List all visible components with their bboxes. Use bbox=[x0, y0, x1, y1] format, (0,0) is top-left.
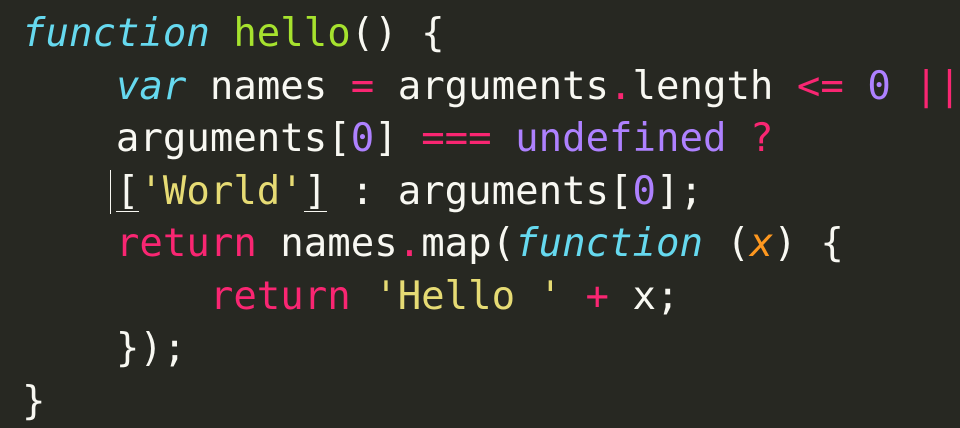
code-token: undefined bbox=[515, 116, 726, 161]
code-token: hello bbox=[233, 11, 350, 56]
code-token: x bbox=[750, 221, 773, 266]
code-token: length bbox=[633, 64, 797, 109]
code-token bbox=[351, 274, 374, 319]
code-token: ] bbox=[304, 169, 327, 214]
code-token bbox=[562, 274, 585, 319]
code-token: names bbox=[257, 221, 398, 266]
code-line[interactable]: }); bbox=[22, 323, 960, 376]
code-token: return bbox=[210, 274, 351, 319]
code-content[interactable]: function hello() { var names = arguments… bbox=[22, 8, 960, 428]
code-token: var bbox=[116, 64, 186, 109]
code-token bbox=[844, 64, 867, 109]
code-token: function bbox=[22, 11, 210, 56]
code-token: [ bbox=[116, 169, 139, 214]
code-token: function bbox=[515, 221, 703, 266]
code-token: ( bbox=[703, 221, 750, 266]
code-token: <= bbox=[797, 64, 844, 109]
code-token: + bbox=[586, 274, 609, 319]
code-token: () { bbox=[351, 11, 445, 56]
code-line[interactable]: return 'Hello ' + x; bbox=[22, 271, 960, 324]
code-line[interactable]: arguments[0] === undefined ? bbox=[22, 113, 960, 166]
code-token: }); bbox=[116, 326, 186, 371]
code-line[interactable]: ['World'] : arguments[0]; bbox=[22, 166, 960, 219]
code-token bbox=[492, 116, 515, 161]
code-token: } bbox=[22, 379, 45, 424]
code-token: return bbox=[116, 221, 257, 266]
text-cursor bbox=[110, 170, 111, 214]
code-token: : arguments[ bbox=[327, 169, 632, 214]
code-token: . bbox=[609, 64, 632, 109]
code-line[interactable]: function hello() { bbox=[22, 8, 960, 61]
code-token: || bbox=[914, 64, 960, 109]
code-token: ? bbox=[750, 116, 773, 161]
code-token bbox=[210, 11, 233, 56]
code-token: . bbox=[398, 221, 421, 266]
code-editor[interactable]: function hello() { var names = arguments… bbox=[0, 0, 960, 426]
code-token: names bbox=[186, 64, 350, 109]
code-token bbox=[22, 326, 116, 371]
code-token: ] bbox=[374, 116, 421, 161]
code-token: map( bbox=[421, 221, 515, 266]
code-token bbox=[891, 64, 914, 109]
code-token: ) { bbox=[773, 221, 843, 266]
code-token: arguments[ bbox=[116, 116, 351, 161]
code-token: 0 bbox=[351, 116, 374, 161]
code-token: 0 bbox=[867, 64, 890, 109]
code-token bbox=[22, 64, 116, 109]
code-line[interactable]: } bbox=[22, 376, 960, 428]
code-token: ]; bbox=[656, 169, 703, 214]
code-token: 'Hello ' bbox=[374, 274, 562, 319]
code-token bbox=[22, 169, 116, 214]
code-token bbox=[22, 221, 116, 266]
code-token bbox=[22, 274, 210, 319]
code-token bbox=[726, 116, 749, 161]
code-token: === bbox=[421, 116, 491, 161]
code-line[interactable]: return names.map(function (x) { bbox=[22, 218, 960, 271]
code-token: arguments bbox=[374, 64, 609, 109]
code-token: 0 bbox=[633, 169, 656, 214]
code-line[interactable]: var names = arguments.length <= 0 || bbox=[22, 61, 960, 114]
code-token: x; bbox=[609, 274, 679, 319]
code-token bbox=[22, 116, 116, 161]
code-token: 'World' bbox=[139, 169, 303, 214]
code-token: = bbox=[351, 64, 374, 109]
